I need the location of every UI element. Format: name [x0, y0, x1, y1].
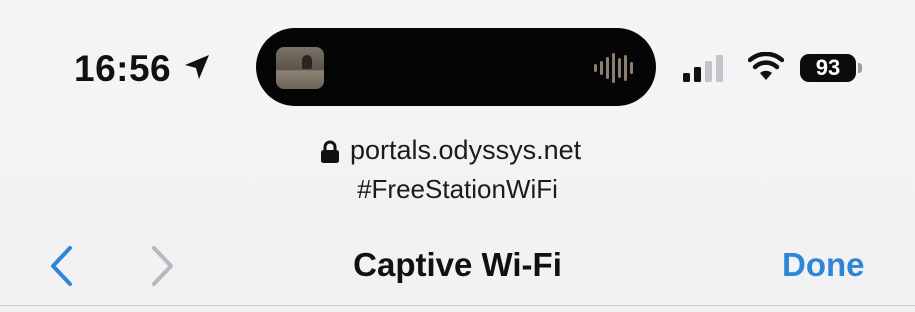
- wifi-icon: [748, 52, 784, 80]
- album-art-thumbnail: [276, 47, 324, 89]
- lock-icon: [321, 140, 339, 163]
- battery-indicator: 93: [800, 54, 856, 82]
- dynamic-island[interactable]: [256, 28, 656, 106]
- captive-wifi-sheet: 16:56 93 portals.odyssys.net #FreeStatio…: [0, 0, 915, 312]
- nav-divider: [0, 305, 915, 306]
- page-title: #FreeStationWiFi: [357, 174, 558, 204]
- location-arrow-icon: [185, 55, 209, 79]
- done-button[interactable]: Done: [782, 246, 865, 284]
- nav-title: Captive Wi-Fi: [353, 246, 562, 283]
- audio-waveform-icon: [594, 53, 633, 83]
- status-time: 16:56: [74, 48, 172, 89]
- page-url: portals.odyssys.net: [350, 135, 582, 165]
- battery-level: 93: [815, 55, 841, 80]
- cellular-signal-icon: [683, 55, 723, 82]
- battery-cap: [858, 63, 862, 73]
